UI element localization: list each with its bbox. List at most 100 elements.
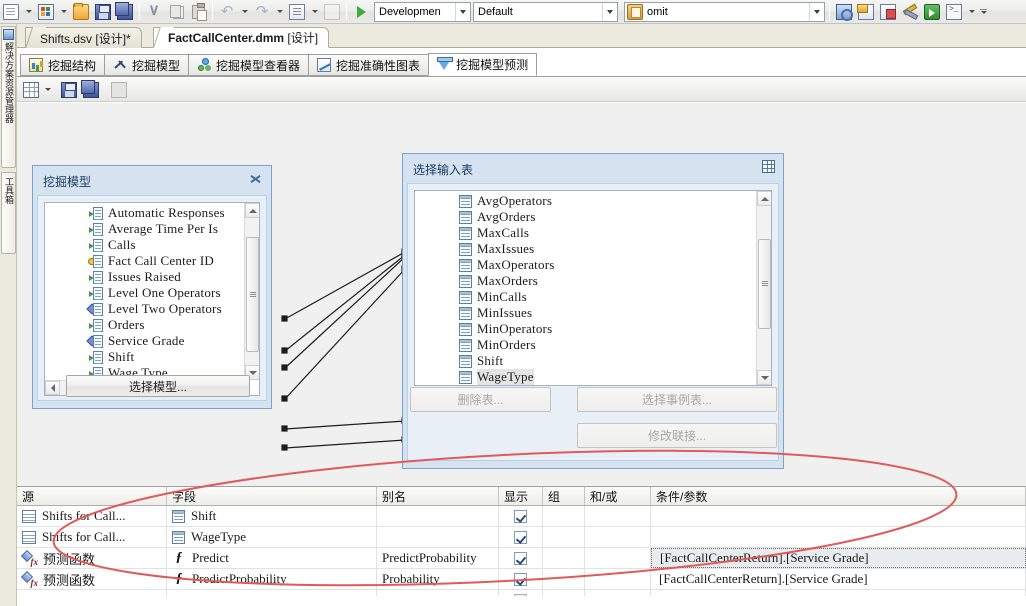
tab-mining-model-viewer[interactable]: 挖掘模型查看器	[188, 54, 310, 76]
cell-source[interactable]: fx 预测函数	[17, 548, 167, 568]
list-item[interactable]: MinCalls	[415, 289, 756, 305]
list-item[interactable]: MaxOperators	[415, 257, 756, 273]
list-item[interactable]: Level One Operators	[45, 285, 244, 301]
cell-alias[interactable]: Probability	[377, 569, 499, 589]
command-window-button[interactable]	[943, 1, 965, 22]
delete-table-button[interactable]: 删除表...	[410, 387, 551, 412]
cell-criteria[interactable]: [FactCallCenterReturn].[Service Grade]	[651, 569, 1026, 589]
configuration-combo[interactable]: Developmen	[374, 1, 471, 22]
list-item[interactable]: MaxIssues	[415, 241, 756, 257]
list-item[interactable]: MaxOrders	[415, 273, 756, 289]
scroll-thumb[interactable]	[246, 237, 259, 352]
undo-dropdown[interactable]	[238, 1, 251, 22]
scroll-up-button[interactable]	[757, 191, 771, 206]
list-item[interactable]: Average Time Per Is	[45, 221, 244, 237]
save-all-button[interactable]	[114, 1, 136, 22]
cell-source[interactable]: Shifts for Call...	[17, 527, 167, 547]
start-debugging-button[interactable]	[350, 1, 372, 22]
redo-button[interactable]	[251, 1, 273, 22]
tab-mining-model-prediction[interactable]: 挖掘模型预测	[428, 53, 538, 76]
list-item[interactable]: MaxCalls	[415, 225, 756, 241]
grid-icon[interactable]	[762, 160, 775, 173]
collapse-icon[interactable]	[249, 172, 263, 186]
command-window-dropdown[interactable]	[965, 1, 978, 22]
list-item[interactable]: Level Two Operators	[45, 301, 244, 317]
table-row[interactable]: fx 预测函数 ƒ PredictProbability Probability…	[17, 569, 1026, 590]
cell-criteria[interactable]: [FactCallCenterReturn].[Service Grade]	[651, 548, 1026, 568]
list-item[interactable]: Orders	[45, 317, 244, 333]
cell-alias[interactable]	[377, 506, 499, 526]
cell-show[interactable]	[499, 506, 543, 526]
platform-dropdown-arrow[interactable]	[602, 2, 617, 21]
cell-andor[interactable]	[585, 527, 651, 547]
tab-mining-accuracy-chart[interactable]: 挖掘准确性图表	[308, 54, 430, 76]
show-checkbox[interactable]	[514, 572, 527, 586]
copy-button[interactable]	[165, 1, 187, 22]
cell-field[interactable]: Shift	[167, 506, 377, 526]
toolbar-overflow-button[interactable]	[978, 1, 989, 23]
list-item[interactable]: Shift	[45, 349, 244, 365]
new-project-dropdown[interactable]	[57, 1, 70, 22]
cell-field[interactable]: ƒ Predict	[167, 548, 377, 568]
select-model-button[interactable]: 选择模型...	[66, 375, 250, 397]
select-case-table-button[interactable]: 选择事例表...	[577, 387, 777, 412]
list-item[interactable]: MinOperators	[415, 321, 756, 337]
properties-window-button[interactable]	[855, 1, 877, 22]
database-dropdown-arrow[interactable]	[809, 2, 824, 21]
navigate-list-dropdown[interactable]	[308, 1, 321, 22]
doctab-factcallcenter-dmm[interactable]: FactCallCenter.dmm [设计]	[153, 27, 330, 48]
cell-criteria[interactable]	[651, 506, 1026, 526]
list-item[interactable]: Issues Raised	[45, 269, 244, 285]
show-checkbox[interactable]	[514, 509, 527, 523]
tab-mining-models[interactable]: 挖掘模型	[104, 54, 190, 76]
cell-group[interactable]	[543, 569, 585, 589]
switch-view-button[interactable]	[20, 79, 42, 100]
cell-alias[interactable]: PredictProbability	[377, 548, 499, 568]
open-file-button[interactable]	[70, 1, 92, 22]
cell-source[interactable]: fx 预测函数	[17, 569, 167, 589]
cut-button[interactable]	[143, 1, 165, 22]
cell-group[interactable]	[543, 506, 585, 526]
list-item[interactable]: Fact Call Center ID	[45, 253, 244, 269]
table-row[interactable]: Shifts for Call... Shift	[17, 506, 1026, 527]
cell-group[interactable]	[543, 527, 585, 547]
save-query-result-button[interactable]	[58, 79, 80, 100]
database-combo[interactable]: omit	[624, 1, 825, 22]
list-item[interactable]: Calls	[45, 237, 244, 253]
cell-field[interactable]: WageType	[167, 527, 377, 547]
toolbox-button[interactable]	[899, 1, 921, 22]
col-group-header[interactable]: 组	[543, 487, 585, 505]
cell-criteria[interactable]	[651, 527, 1026, 547]
tab-mining-structure[interactable]: 挖掘结构	[20, 54, 106, 76]
deploy-button[interactable]	[921, 1, 943, 22]
cell-group[interactable]	[543, 548, 585, 568]
undo-button[interactable]	[216, 1, 238, 22]
mining-model-column-list[interactable]: Automatic Responses Average Time Per Is …	[44, 202, 260, 396]
table-row[interactable]: Shifts for Call... WageType	[17, 527, 1026, 548]
col-field-header[interactable]: 字段	[167, 487, 377, 505]
show-checkbox[interactable]	[514, 551, 527, 565]
input-table-column-list[interactable]: AvgOperators AvgOrders MaxCalls MaxIssue…	[414, 190, 772, 386]
sidebar-tab-solution-explorer[interactable]: 解决方案资源管理器	[1, 26, 16, 168]
scroll-left-button[interactable]	[45, 381, 60, 395]
input-table-vertical-scrollbar[interactable]	[756, 191, 771, 385]
col-criteria-header[interactable]: 条件/参数	[651, 487, 1026, 505]
paste-button[interactable]	[187, 1, 209, 22]
list-item[interactable]: WageType	[415, 369, 756, 385]
list-item[interactable]: MinOrders	[415, 337, 756, 353]
modify-join-button[interactable]: 修改联接...	[577, 423, 777, 448]
doctab-shifts-dsv[interactable]: Shifts.dsv [设计]*	[25, 27, 142, 49]
list-item[interactable]: Service Grade	[45, 333, 244, 349]
cell-alias[interactable]	[377, 527, 499, 547]
col-source-header[interactable]: 源	[17, 487, 167, 505]
new-item-dropdown[interactable]	[22, 1, 35, 22]
list-item[interactable]: MinIssues	[415, 305, 756, 321]
save-button[interactable]	[92, 1, 114, 22]
query-button[interactable]	[80, 79, 102, 100]
solution-explorer-button[interactable]	[833, 1, 855, 22]
cell-show[interactable]	[499, 548, 543, 568]
cell-show[interactable]	[499, 527, 543, 547]
mining-model-vertical-scrollbar[interactable]	[244, 203, 259, 380]
new-item-button[interactable]	[0, 1, 22, 22]
cell-show[interactable]	[499, 569, 543, 589]
